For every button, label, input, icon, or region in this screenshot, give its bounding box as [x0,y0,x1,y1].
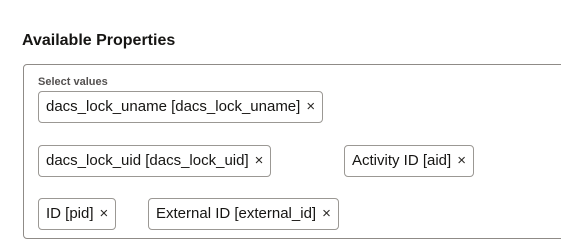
chip-label: External ID [external_id] [156,205,317,222]
remove-chip-icon[interactable]: × [306,98,315,116]
chip-id-pid: ID [pid] × [38,198,117,230]
chip-label: ID [pid] [46,205,94,222]
remove-chip-icon[interactable]: × [100,205,109,223]
select-values-label: Select values [38,76,108,88]
remove-chip-icon[interactable]: × [457,152,466,170]
chip-dacs-lock-uid: dacs_lock_uid [dacs_lock_uid] × [38,145,272,177]
remove-chip-icon[interactable]: × [322,205,331,223]
remove-chip-icon[interactable]: × [255,152,264,170]
chip-label: Activity ID [aid] [352,152,452,169]
chip-label: dacs_lock_uname [dacs_lock_uname] [46,98,301,115]
select-values-field[interactable]: Select values dacs_lock_uname [dacs_lock… [23,64,561,239]
chip-external-id: External ID [external_id] × [148,198,339,230]
section-title: Available Properties [22,32,176,49]
chip-activity-id: Activity ID [aid] × [344,145,474,177]
chip-dacs-lock-uname: dacs_lock_uname [dacs_lock_uname] × [38,91,324,123]
chip-label: dacs_lock_uid [dacs_lock_uid] [46,152,249,169]
